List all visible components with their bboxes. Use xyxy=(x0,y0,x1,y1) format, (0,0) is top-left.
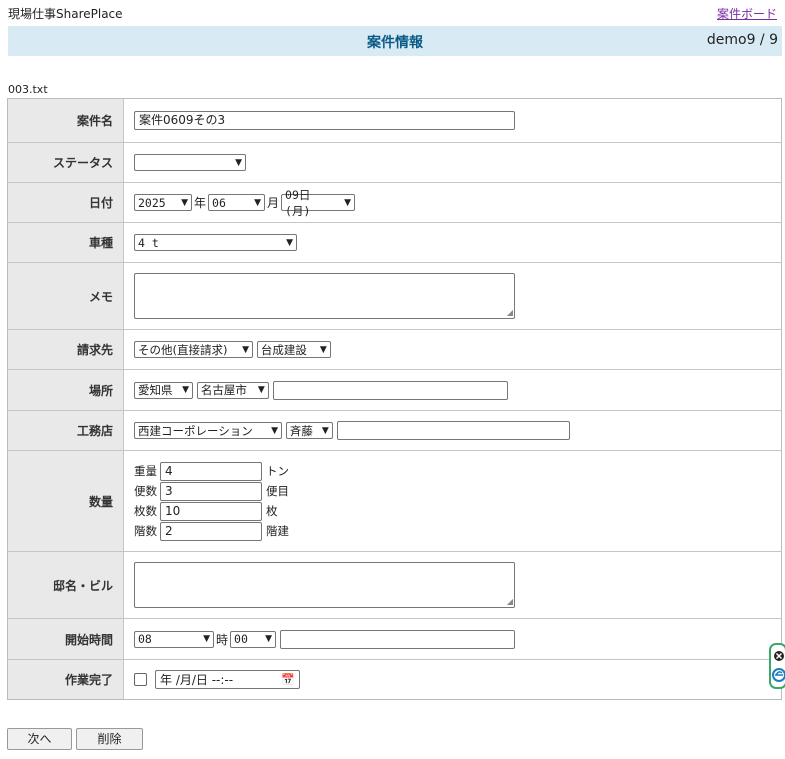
hour-unit: 時 xyxy=(216,632,229,647)
app-title: 現場仕事SharePlace xyxy=(8,7,123,21)
contractor-person-select[interactable]: 斉藤 ▼ xyxy=(285,422,333,439)
completed-checkbox[interactable] xyxy=(134,673,147,686)
case-name-input[interactable]: 案件0609その3 xyxy=(134,111,515,130)
page-title: 案件情報 xyxy=(367,35,423,51)
quantity-row: 枚数 10 枚 xyxy=(134,501,780,521)
form-row-billing: 請求先 その他(直接請求) ▼ 台成建設 ▼ xyxy=(7,329,782,370)
location-detail-input[interactable] xyxy=(272,380,508,400)
month-unit: 月 xyxy=(267,196,280,210)
form-row-start-time: 開始時間 08 ▼ 時 00 ▼ xyxy=(7,618,782,660)
top-bar: 現場仕事SharePlace 案件ボード xyxy=(0,0,785,26)
form-row-quantity: 数量 重量 4 トン 便数 3 便目 枚数 10 枚 階数 2 階建 xyxy=(7,450,782,552)
form-row-memo: メモ ◢ xyxy=(7,262,782,330)
form-row-completed: 作業完了 年 /月/日 --:-- 📅 xyxy=(7,659,782,700)
user-label: demo9 / 9 xyxy=(706,32,778,48)
trips-input[interactable]: 3 xyxy=(160,481,262,501)
completed-datetime-input[interactable]: 年 /月/日 --:-- 📅 xyxy=(155,670,300,689)
chevron-down-icon: ▼ xyxy=(286,237,293,248)
chevron-down-icon: ▼ xyxy=(235,157,242,168)
quantity-label: 数量 xyxy=(7,450,124,552)
form-row-status: ステータス ▼ xyxy=(7,142,782,183)
day-select[interactable]: 09日 (月) ▼ xyxy=(281,188,356,218)
prefecture-select[interactable]: 愛知県 ▼ xyxy=(134,381,193,399)
chevron-down-icon: ▼ xyxy=(265,634,273,644)
case-name-label: 案件名 xyxy=(7,98,124,143)
billing-company-select[interactable]: 台成建設 ▼ xyxy=(256,341,331,358)
header-band: 案件情報 demo9 / 9 xyxy=(8,26,782,56)
calendar-icon[interactable]: 📅 xyxy=(281,673,295,686)
status-select[interactable]: ▼ xyxy=(134,154,246,171)
location-label: 場所 xyxy=(7,369,124,411)
form-row-location: 場所 愛知県 ▼ 名古屋市 ▼ xyxy=(7,369,782,411)
chevron-down-icon: ▼ xyxy=(203,634,210,644)
quantity-row: 階数 2 階建 xyxy=(134,521,780,541)
year-unit: 年 xyxy=(194,196,207,210)
chevron-down-icon: ▼ xyxy=(319,344,327,355)
file-name: 003.txt xyxy=(8,83,48,96)
form-row-vehicle: 車種 4 t ▼ xyxy=(7,222,782,263)
contractor-label: 工務店 xyxy=(7,410,124,451)
chevron-down-icon: ▼ xyxy=(257,385,265,395)
chevron-down-icon: ▼ xyxy=(344,197,352,208)
contractor-detail-input[interactable] xyxy=(336,421,570,440)
form-row-contractor: 工務店 西建コーポレーション ▼ 斉藤 ▼ xyxy=(7,410,782,451)
memo-label: メモ xyxy=(7,262,124,330)
hour-select[interactable]: 08 ▼ xyxy=(134,630,214,648)
quantity-row: 重量 4 トン xyxy=(134,461,780,481)
billing-type-select[interactable]: その他(直接請求) ▼ xyxy=(134,341,253,358)
memo-textarea[interactable]: ◢ xyxy=(134,273,515,319)
case-form: 案件名 案件0609その3 ステータス ▼ 日付 2025 ▼ 年 06 ▼ 月 09日 (… xyxy=(7,98,782,700)
year-select[interactable]: 2025 ▼ xyxy=(134,194,192,211)
completed-label: 作業完了 xyxy=(7,659,124,700)
building-textarea[interactable]: ◢ xyxy=(134,562,515,608)
chevron-down-icon: ▼ xyxy=(321,425,329,436)
delete-button[interactable]: 削除 xyxy=(76,728,143,750)
contractor-select[interactable]: 西建コーポレーション ▼ xyxy=(134,422,282,439)
resize-grip-icon[interactable]: ◢ xyxy=(507,309,513,317)
city-select[interactable]: 名古屋市 ▼ xyxy=(196,381,269,399)
form-row-case-name: 案件名 案件0609その3 xyxy=(7,98,782,143)
start-time-detail-input[interactable] xyxy=(279,629,515,649)
resize-grip-icon[interactable]: ◢ xyxy=(507,598,513,606)
quantity-row: 便数 3 便目 xyxy=(134,481,780,501)
weight-input[interactable]: 4 xyxy=(160,461,262,481)
chevron-down-icon: ▼ xyxy=(242,344,249,355)
date-label: 日付 xyxy=(7,182,124,223)
start-time-label: 開始時間 xyxy=(7,618,124,660)
chevron-down-icon: ▼ xyxy=(181,197,188,208)
building-label: 邸名・ビル xyxy=(7,551,124,619)
floors-input[interactable]: 2 xyxy=(160,521,262,541)
chevron-down-icon: ▼ xyxy=(182,385,189,395)
next-button[interactable]: 次へ xyxy=(7,728,72,750)
case-board-link[interactable]: 案件ボード xyxy=(717,5,777,22)
side-widget xyxy=(769,642,785,690)
billing-label: 請求先 xyxy=(7,329,124,370)
form-row-date: 日付 2025 ▼ 年 06 ▼ 月 09日 (月) ▼ xyxy=(7,182,782,223)
sheets-input[interactable]: 10 xyxy=(160,501,262,521)
status-label: ステータス xyxy=(7,142,124,183)
chevron-down-icon: ▼ xyxy=(271,425,278,436)
vehicle-select[interactable]: 4 t ▼ xyxy=(134,234,297,251)
chevron-down-icon: ▼ xyxy=(254,197,262,208)
minute-select[interactable]: 00 ▼ xyxy=(230,630,277,648)
form-row-building: 邸名・ビル ◢ xyxy=(7,551,782,619)
side-widget-graphic xyxy=(769,643,785,689)
vehicle-label: 車種 xyxy=(7,222,124,263)
month-select[interactable]: 06 ▼ xyxy=(208,194,266,211)
